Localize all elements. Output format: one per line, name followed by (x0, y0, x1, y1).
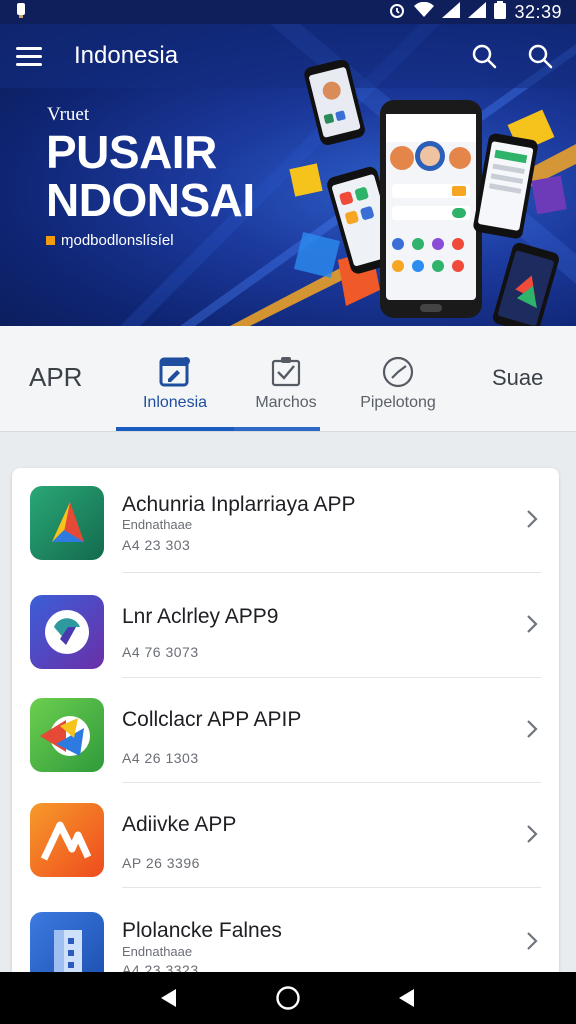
swirl-icon (30, 595, 104, 669)
category-tabs: APR Inlonesia Marchos Pipelotong Suae (0, 326, 576, 432)
hero-subtitle-text: ɱodbodlonslísíel (61, 232, 174, 249)
tab-indonesia[interactable]: Inlonesia (116, 326, 234, 432)
hero-banner[interactable]: Indonesia Vruet PUSAIR NDONSAI ɱodbodlon… (0, 24, 576, 326)
graph-line-icon (30, 803, 104, 877)
checklist-icon (269, 354, 303, 390)
app-meta: A4 76 3073 (122, 644, 199, 660)
app-title: Plolancke Falnes (122, 919, 282, 942)
status-time: 32:39 (514, 1, 562, 22)
chevron-right-icon (527, 825, 538, 843)
play-triangle-icon (30, 486, 104, 560)
status-bar: 32:39 (0, 0, 576, 24)
app-title: Adiivke APP (122, 813, 237, 836)
chevron-right-icon (527, 720, 538, 738)
clock-icon (381, 354, 415, 390)
notification-icon (14, 1, 28, 23)
app-title: Collclacr APP APIP (122, 708, 302, 731)
battery-icon (494, 0, 507, 24)
hero-title: PUSAIR NDONSAI (46, 128, 255, 224)
chevron-right-icon (527, 932, 538, 950)
tab-left-label[interactable]: APR (29, 362, 82, 393)
signal-icon-2 (468, 1, 487, 23)
tab-label-pipelotong: Pipelotong (360, 394, 436, 411)
app-subtitle: Endnathaae (122, 517, 193, 532)
tab-label-indonesia: Inlonesia (142, 394, 208, 411)
app-subtitle: Endnathaae (122, 944, 193, 959)
chevron-right-icon (527, 615, 538, 633)
back-icon (161, 989, 177, 1007)
tab-label-marchos: Marchos (255, 394, 317, 411)
alarm-icon (388, 1, 406, 24)
bullet-mark-icon (46, 236, 55, 245)
app-title: Lnr Aclrley APP9 (122, 605, 279, 628)
signal-icon (442, 1, 461, 23)
edit-note-icon (158, 354, 192, 390)
home-button[interactable] (268, 978, 308, 1018)
wifi-icon (414, 1, 435, 23)
tab-pipelotong[interactable]: Pipelotong (350, 326, 446, 432)
tab-active-indicator (116, 427, 320, 431)
recents-button[interactable] (387, 978, 427, 1018)
hero-kicker: Vruet (47, 104, 90, 125)
app-list-card: Achunria Inplarriaya APP Endnathaae A4 2… (12, 468, 559, 988)
hero-title-line-1: PUSAIR (46, 126, 217, 178)
tab-right-label[interactable]: Suae (492, 365, 543, 391)
phones-illustration (289, 60, 567, 326)
refresh-arrows-icon (30, 698, 104, 772)
recents-icon (398, 989, 414, 1007)
hero-title-line-2: NDONSAI (46, 174, 255, 226)
app-meta: A4 26 1303 (122, 750, 199, 766)
app-meta: AP 26 3396 (122, 855, 200, 871)
app-title: Achunria Inplarriaya APP (122, 493, 356, 516)
system-nav-bar (0, 972, 576, 1024)
app-meta: A4 23 303 (122, 537, 191, 553)
list-item[interactable]: Lnr Aclrley APP9 A4 76 3073 (12, 573, 559, 678)
home-icon (276, 986, 300, 1010)
list-item[interactable]: Achunria Inplarriaya APP Endnathaae A4 2… (12, 468, 559, 573)
menu-button[interactable] (16, 40, 48, 72)
tab-marchos[interactable]: Marchos (238, 326, 334, 432)
chevron-right-icon (527, 510, 538, 528)
list-item[interactable]: Collclacr APP APIP A4 26 1303 (12, 678, 559, 783)
hero-subtitle: ɱodbodlonslísíel (46, 232, 174, 249)
list-item[interactable]: Adiivke APP AP 26 3396 (12, 783, 559, 888)
back-button[interactable] (149, 978, 189, 1018)
